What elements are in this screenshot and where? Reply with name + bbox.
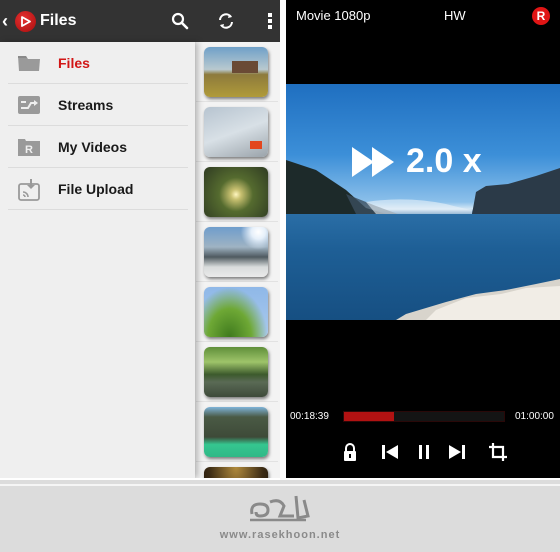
decoder-toggle[interactable]: HW: [444, 8, 466, 23]
app-title: Files: [40, 12, 77, 29]
menu-item-file-upload[interactable]: File Upload: [8, 168, 188, 210]
video-thumbnail: [204, 467, 268, 478]
watermark-footer: www.rasekhoon.net: [0, 484, 560, 552]
seek-bar[interactable]: [343, 411, 505, 422]
fast-forward-icon: [352, 146, 394, 177]
list-item[interactable]: [196, 162, 278, 222]
video-thumbnail: [204, 347, 268, 397]
seek-bar-progress: [344, 412, 394, 421]
list-item[interactable]: [196, 342, 278, 402]
screenshot-stage: ‹ Files Files Streams R My Videos File U…: [0, 0, 560, 480]
my-videos-icon: R: [17, 137, 41, 157]
list-item[interactable]: [196, 282, 278, 342]
list-item[interactable]: [196, 462, 278, 478]
playback-speed-overlay: 2.0 x: [352, 142, 482, 181]
video-thumbnail: [204, 107, 268, 157]
menu-item-streams[interactable]: Streams: [8, 84, 188, 126]
app-logo-icon: [15, 11, 36, 32]
svg-text:R: R: [25, 144, 33, 156]
lock-icon[interactable]: [340, 442, 360, 462]
more-vert-icon[interactable]: [262, 11, 278, 31]
app-badge-icon[interactable]: R: [532, 7, 550, 25]
video-thumbnail: [204, 227, 268, 277]
app-bar: ‹ Files: [0, 0, 280, 42]
list-item[interactable]: [196, 42, 278, 102]
player-top-bar: Movie 1080p HW R: [286, 0, 560, 30]
menu-item-my-videos[interactable]: R My Videos: [8, 126, 188, 168]
video-player-screen: Movie 1080p HW R 2.0 x 00:18:39 01:00:00: [286, 0, 560, 478]
watermark-url: www.rasekhoon.net: [219, 529, 341, 541]
video-thumbnail: [204, 167, 268, 217]
skip-previous-icon[interactable]: [380, 442, 400, 462]
video-title: Movie 1080p: [296, 8, 371, 23]
elapsed-time: 00:18:39: [290, 411, 329, 422]
pause-icon[interactable]: [414, 442, 434, 462]
menu-item-label: Streams: [58, 97, 114, 113]
menu-item-files[interactable]: Files: [8, 42, 188, 84]
refresh-icon[interactable]: [216, 11, 236, 31]
menu-item-label: My Videos: [58, 139, 127, 155]
navigation-drawer: Files Streams R My Videos File Upload: [0, 42, 195, 478]
menu-item-label: File Upload: [58, 181, 134, 197]
thumbnail-list: [196, 42, 280, 478]
lake-scene: [286, 160, 560, 320]
video-frame[interactable]: 2.0 x: [286, 84, 560, 320]
menu-item-label: Files: [58, 55, 90, 71]
skip-next-icon[interactable]: [447, 442, 467, 462]
file-upload-icon: [17, 179, 41, 201]
rasekhoon-logo-icon: [250, 495, 310, 522]
list-item[interactable]: [196, 402, 278, 462]
streams-icon: [17, 95, 41, 115]
house-shape: [232, 61, 258, 73]
video-thumbnail: [204, 47, 268, 97]
search-icon[interactable]: [170, 11, 190, 31]
video-thumbnail: [204, 287, 268, 337]
video-thumbnail: [204, 407, 268, 457]
speed-label: 2.0 x: [406, 142, 482, 180]
folder-icon: [17, 53, 41, 73]
climber-shape: [250, 141, 262, 149]
list-item[interactable]: [196, 102, 278, 162]
crop-icon[interactable]: [488, 442, 508, 462]
file-browser-screen: ‹ Files Files Streams R My Videos File U…: [0, 0, 280, 478]
list-item[interactable]: [196, 222, 278, 282]
chevron-left-icon[interactable]: ‹: [2, 11, 8, 31]
total-duration: 01:00:00: [515, 411, 554, 422]
